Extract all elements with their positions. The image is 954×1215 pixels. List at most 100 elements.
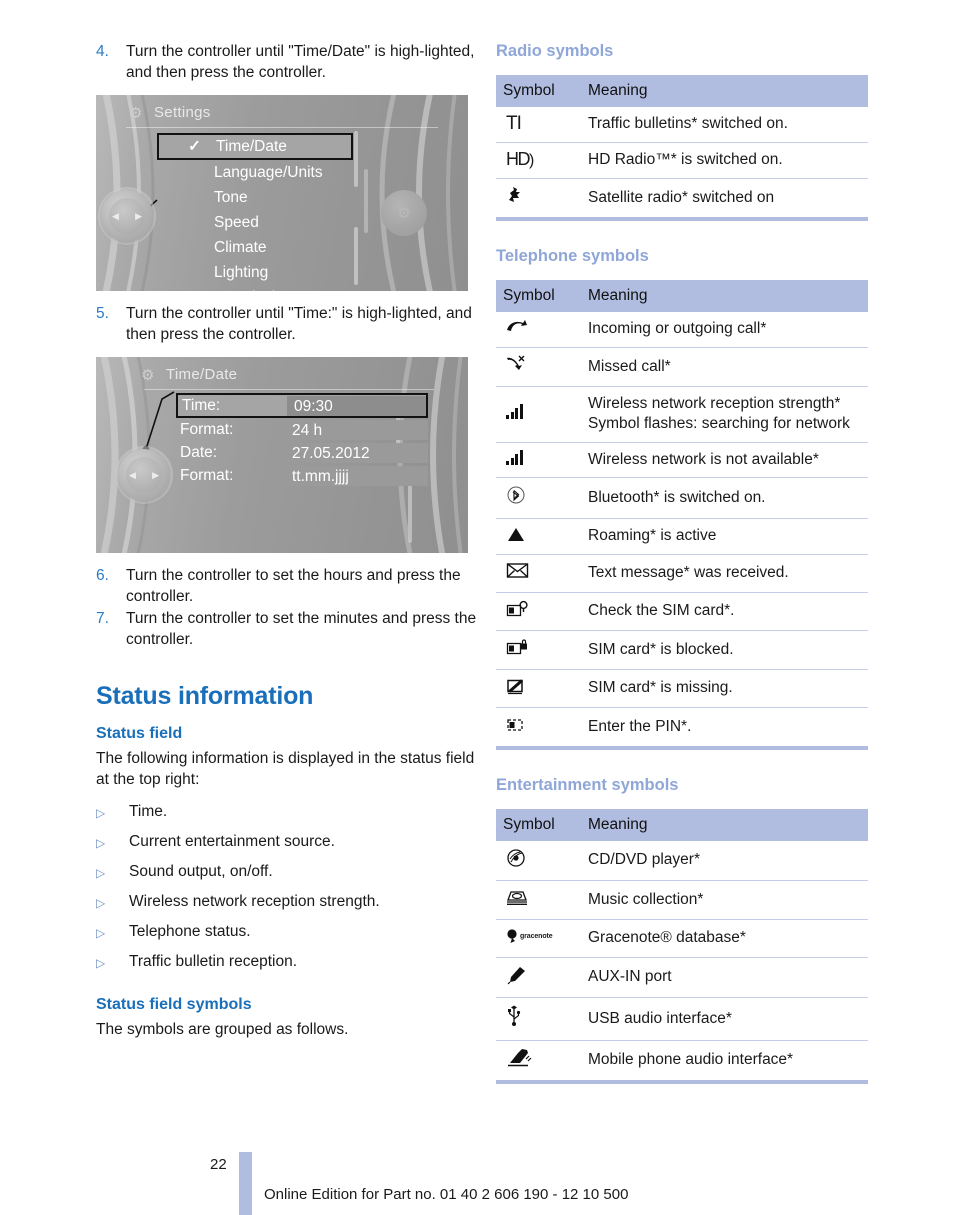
entertainment-symbols-table: Symbol Meaning CD/DVD player* Music coll… bbox=[496, 808, 868, 1085]
mobile-audio-icon bbox=[496, 1040, 581, 1085]
traffic-bulletin-ti-icon: TI bbox=[496, 107, 581, 143]
table-cell-meaning: Bluetooth* is switched on. bbox=[581, 477, 868, 519]
sim-check-icon bbox=[496, 592, 581, 631]
step-text: Turn the controller to set the hours and… bbox=[126, 567, 461, 605]
list-item: ▷ Telephone status. bbox=[96, 922, 488, 944]
sim-card-missing-glyph bbox=[507, 678, 523, 694]
table-cell-meaning: AUX-IN port bbox=[581, 957, 868, 999]
step-text: Turn the controller until "Time:" is hig… bbox=[126, 305, 472, 343]
idrive-settings-screenshot: ⚙ Settings ✓ Time/Date Language/Units To… bbox=[96, 95, 468, 291]
signal-bars-glyph bbox=[506, 403, 523, 419]
table-row: Incoming or outgoing call* bbox=[496, 311, 868, 348]
subheading-entertainment-symbols: Entertainment symbols bbox=[496, 775, 679, 794]
step-text: Turn the controller to set the minutes a… bbox=[126, 610, 477, 648]
envelope-glyph bbox=[506, 563, 529, 578]
idrive-menu-button[interactable]: ⚙ bbox=[381, 190, 427, 236]
table-row: Text message* was received. bbox=[496, 554, 868, 593]
step-item: 6. Turn the controller to set the hours … bbox=[96, 566, 488, 607]
aux-in-icon bbox=[496, 957, 581, 999]
gracenote-icon: gracenote bbox=[496, 919, 581, 958]
column-header-symbol: Symbol bbox=[496, 75, 581, 107]
bluetooth-icon bbox=[496, 477, 581, 519]
cd-disc-glyph bbox=[507, 848, 525, 867]
missed-call-glyph bbox=[507, 355, 525, 370]
radio-symbols-table: Symbol Meaning TI Traffic bulletins* swi… bbox=[496, 75, 868, 221]
table-cell-meaning: SIM card* is missing. bbox=[581, 669, 868, 708]
footer-accent-bar bbox=[239, 1152, 252, 1215]
idrive-timedate-screenshot: ⚙ Time/Date Time: 09:30 Format: 24 h Dat… bbox=[96, 357, 468, 553]
table-row: Enter the PIN*. bbox=[496, 707, 868, 750]
triangle-bullet-icon: ▷ bbox=[96, 956, 106, 970]
table-row: AUX-IN port bbox=[496, 957, 868, 999]
sim-card-check-glyph bbox=[506, 600, 528, 616]
hd-glyph: HD bbox=[506, 148, 531, 169]
knob-left-arrow-icon: ◀ bbox=[129, 469, 136, 480]
usb-icon bbox=[496, 997, 581, 1041]
gracenote-wordmark: gracenote bbox=[520, 932, 553, 940]
subheading-status-field-symbols: Status field symbols bbox=[96, 996, 252, 1013]
list-item: ▷ Time. bbox=[96, 802, 488, 824]
table-row: HD) HD Radio™* is switched on. bbox=[496, 142, 868, 179]
handset-icon bbox=[496, 311, 581, 348]
list-item: ▷ Traffic bulletin reception. bbox=[96, 952, 488, 974]
hd-radio-icon: HD) bbox=[496, 142, 581, 179]
table-row: CD/DVD player* bbox=[496, 840, 868, 881]
table-cell-meaning: Incoming or outgoing call* bbox=[581, 311, 868, 348]
table-row: Missed call* bbox=[496, 347, 868, 387]
triangle-bullet-icon: ▷ bbox=[96, 806, 106, 820]
triangle-bullet-icon: ▷ bbox=[96, 836, 106, 850]
table-cell-meaning: CD/DVD player* bbox=[581, 840, 868, 881]
triangle-bullet-icon: ▷ bbox=[96, 926, 106, 940]
table-cell-meaning: Roaming* is active bbox=[581, 518, 868, 555]
table-row: Mobile phone audio interface* bbox=[496, 1040, 868, 1085]
column-header-meaning: Meaning bbox=[581, 808, 868, 841]
list-item: ▷ Sound output, on/off. bbox=[96, 862, 488, 884]
mobile-audio-cradle-glyph bbox=[508, 1048, 532, 1066]
sim-missing-icon bbox=[496, 669, 581, 708]
table-row: Bluetooth* is switched on. bbox=[496, 477, 868, 519]
table-cell-meaning: Check the SIM card*. bbox=[581, 592, 868, 631]
table-header-row: Symbol Meaning bbox=[496, 75, 868, 107]
sim-card-lock-glyph bbox=[506, 639, 527, 655]
table-cell-meaning: Mobile phone audio interface* bbox=[581, 1040, 868, 1085]
satellite-dish-glyph bbox=[509, 187, 520, 202]
aux-jack-glyph bbox=[507, 966, 525, 985]
ti-glyph: TI bbox=[506, 113, 522, 134]
step-text: Turn the controller until "Time/Date" is… bbox=[126, 43, 475, 81]
usb-trident-glyph bbox=[508, 1005, 521, 1027]
table-row: Music collection* bbox=[496, 880, 868, 920]
status-field-intro: The following information is displayed i… bbox=[96, 750, 475, 788]
roaming-triangle-icon bbox=[496, 518, 581, 555]
sim-card-pin-glyph bbox=[507, 719, 523, 731]
list-item-label: Traffic bulletin reception. bbox=[129, 953, 298, 970]
table-cell-meaning: Music collection* bbox=[581, 880, 868, 920]
table-cell-meaning: Enter the PIN*. bbox=[581, 707, 868, 750]
list-item-label: Wireless network reception strength. bbox=[129, 893, 380, 910]
right-column: Radio symbols Symbol Meaning TI Traffic … bbox=[496, 42, 868, 1110]
satellite-radio-icon bbox=[496, 178, 581, 221]
list-item: ▷ Current entertainment source. bbox=[96, 832, 488, 854]
table-cell-meaning: Wireless network reception strength* Sym… bbox=[581, 386, 868, 443]
column-header-symbol: Symbol bbox=[496, 808, 581, 841]
signal-bars-faded-icon bbox=[496, 442, 581, 478]
disc-stack-glyph bbox=[507, 891, 527, 905]
subheading-radio-symbols: Radio symbols bbox=[496, 42, 614, 60]
table-row: Wireless network reception strength* Sym… bbox=[496, 386, 868, 443]
sim-pin-icon bbox=[496, 707, 581, 750]
step-number: 7. bbox=[96, 610, 109, 627]
sim-blocked-icon bbox=[496, 630, 581, 670]
table-row: SIM card* is blocked. bbox=[496, 630, 868, 670]
idrive-controller-knob[interactable]: ◀ ▶ bbox=[101, 190, 153, 242]
table-row: TI Traffic bulletins* switched on. bbox=[496, 107, 868, 143]
idrive-controller-knob[interactable]: ◀ ▶ bbox=[118, 449, 170, 501]
signal-bars-unavailable-glyph bbox=[506, 449, 523, 465]
left-column: 4. Turn the controller until "Time/Date"… bbox=[96, 42, 488, 1053]
triangle-bullet-icon: ▷ bbox=[96, 866, 106, 880]
table-cell-meaning: USB audio interface* bbox=[581, 997, 868, 1041]
status-field-symbols-text: The symbols are grouped as follows. bbox=[96, 1021, 349, 1038]
missed-call-icon bbox=[496, 347, 581, 387]
table-row: Roaming* is active bbox=[496, 518, 868, 555]
table-cell-meaning: Wireless network is not available* bbox=[581, 442, 868, 478]
table-cell-meaning: Text message* was received. bbox=[581, 554, 868, 593]
table-row: gracenote Gracenote® database* bbox=[496, 919, 868, 958]
